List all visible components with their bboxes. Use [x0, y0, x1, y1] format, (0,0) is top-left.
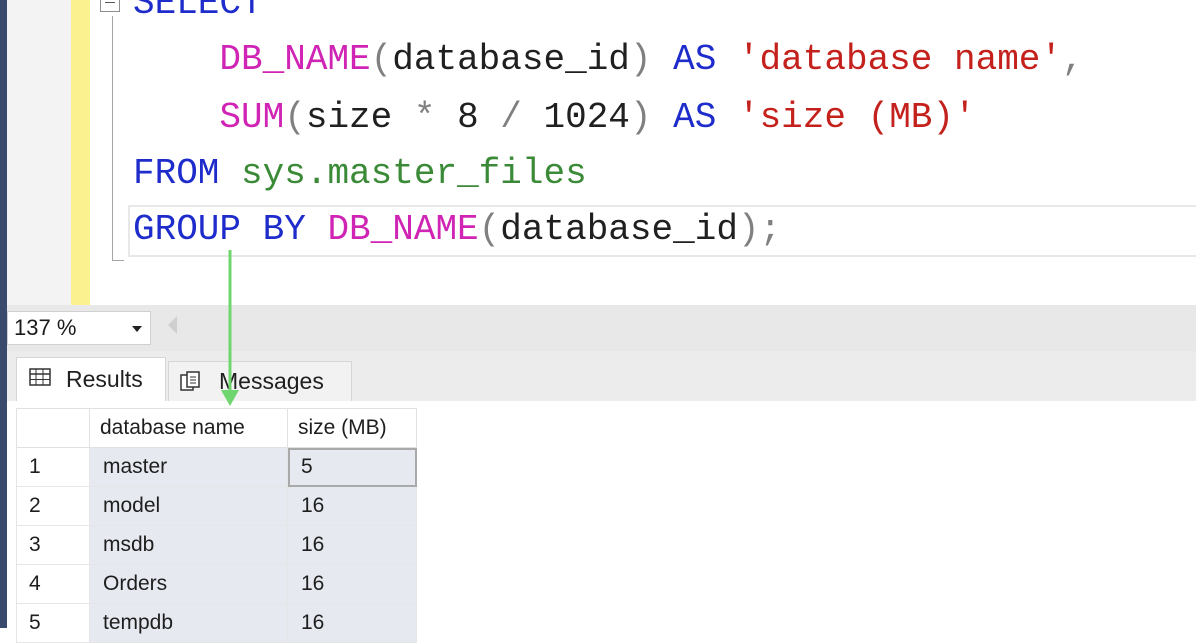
cell-database-name[interactable]: tempdb — [89, 603, 288, 643]
results-grid[interactable]: database name size (MB) 1 master 5 2 model 16… — [16, 408, 417, 643]
code-token: GROUP BY — [133, 209, 306, 250]
code-token: , — [1062, 39, 1084, 80]
code-line-5[interactable]: GROUP BY DB_NAME(database_id); — [133, 208, 781, 252]
cell-database-name[interactable]: model — [89, 486, 288, 526]
code-token: * — [392, 97, 458, 138]
code-token: ( — [478, 209, 501, 250]
code-token: DB_NAME — [327, 209, 479, 250]
cell-database-name[interactable]: master — [89, 447, 288, 487]
row-number[interactable]: 5 — [16, 603, 90, 643]
code-token: 1024 — [543, 97, 630, 138]
code-token: ( — [370, 39, 393, 80]
code-token: FROM — [133, 153, 220, 194]
code-token: 8 — [457, 97, 479, 138]
row-number-header[interactable] — [16, 408, 90, 448]
table-row[interactable]: 5 tempdb 16 — [16, 603, 417, 643]
code-line-2[interactable]: DB_NAME(database_id) AS 'database name', — [133, 38, 1084, 82]
table-row[interactable]: 2 model 16 — [16, 486, 417, 526]
code-token: AS — [673, 39, 717, 80]
code-token: ) — [737, 209, 760, 250]
grid-header-row: database name size (MB) — [16, 408, 417, 448]
grid-icon — [29, 368, 51, 386]
code-token: size — [305, 97, 393, 138]
code-token: database_id — [500, 209, 738, 250]
change-tracking-bar — [71, 0, 90, 305]
table-row[interactable]: 1 master 5 — [16, 447, 417, 487]
code-token: database_id — [392, 39, 630, 80]
code-token: ( — [284, 97, 306, 138]
code-token: ) — [629, 39, 652, 80]
tab-messages[interactable]: Messages — [168, 361, 352, 401]
cell-size-mb[interactable]: 16 — [287, 564, 417, 604]
code-token: sys.master_files — [241, 153, 587, 194]
row-number[interactable]: 2 — [16, 486, 90, 526]
code-line-1[interactable]: SELECT — [133, 0, 263, 26]
code-token: ; — [759, 209, 782, 250]
column-header-database-name[interactable]: database name — [89, 408, 288, 448]
tab-messages-label: Messages — [219, 368, 324, 394]
table-row[interactable]: 3 msdb 16 — [16, 525, 417, 565]
code-token: 'size (MB)' — [737, 97, 976, 138]
row-number[interactable]: 4 — [16, 564, 90, 604]
code-token: DB_NAME — [219, 39, 371, 80]
cell-database-name[interactable]: Orders — [89, 564, 288, 604]
tab-results[interactable]: Results — [16, 357, 166, 401]
zoom-dropdown[interactable]: 137 % — [7, 311, 151, 345]
code-token: SELECT — [133, 0, 263, 24]
window-left-border — [0, 0, 7, 628]
cell-size-mb[interactable]: 16 — [287, 603, 417, 643]
outline-end — [112, 260, 124, 261]
code-token: 'database name' — [737, 39, 1063, 80]
code-token: SUM — [219, 97, 285, 138]
editor-status-strip — [7, 305, 1196, 351]
row-number[interactable]: 1 — [16, 447, 90, 487]
cell-size-mb[interactable]: 16 — [287, 486, 417, 526]
code-token: / — [478, 97, 544, 138]
code-line-4[interactable]: FROM sys.master_files — [133, 152, 587, 196]
messages-icon — [180, 371, 200, 391]
cell-database-name[interactable]: msdb — [89, 525, 288, 565]
collapse-box-icon[interactable] — [100, 0, 120, 12]
code-token: ) — [629, 97, 652, 138]
editor-margin — [7, 0, 71, 305]
outline-line — [112, 16, 113, 261]
table-row[interactable]: 4 Orders 16 — [16, 564, 417, 604]
query-editor[interactable]: SELECT DB_NAME(database_id) AS 'database… — [0, 0, 1196, 305]
cell-size-mb[interactable]: 5 — [287, 447, 417, 487]
scroll-left-icon[interactable] — [168, 316, 177, 334]
column-header-size-mb[interactable]: size (MB) — [287, 408, 417, 448]
code-token: AS — [673, 97, 717, 138]
tab-results-label: Results — [66, 366, 143, 392]
row-number[interactable]: 3 — [16, 525, 90, 565]
code-line-3[interactable]: SUM(size * 8 / 1024) AS 'size (MB)' — [133, 96, 976, 140]
zoom-value: 137 % — [14, 315, 77, 340]
cell-size-mb[interactable]: 16 — [287, 525, 417, 565]
dropdown-arrow-icon[interactable] — [132, 326, 142, 332]
